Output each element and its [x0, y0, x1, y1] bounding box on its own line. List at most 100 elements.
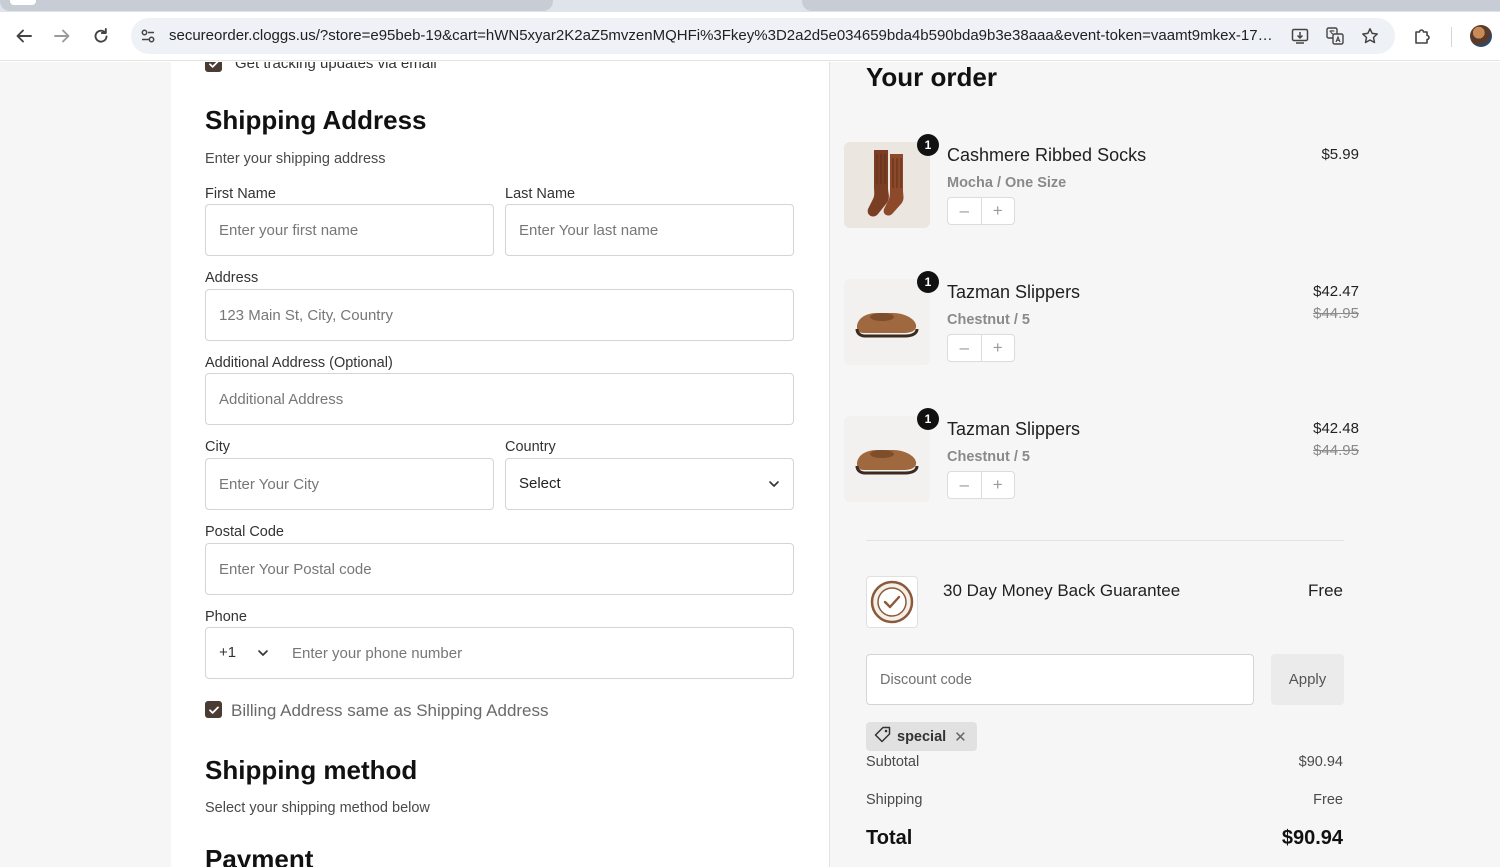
order-summary: Your order 1 Cashmere Ribbed Socks Mocha…: [829, 62, 1500, 867]
guarantee-label: 30 Day Money Back Guarantee: [943, 581, 1181, 600]
first-name-input[interactable]: [219, 205, 480, 255]
additional-address-field[interactable]: [205, 373, 794, 425]
quantity-stepper[interactable]: – +: [947, 471, 1015, 499]
phone-country-code[interactable]: +1: [219, 644, 236, 661]
postal-code-label: Postal Code: [205, 524, 284, 540]
shipping-address-subtitle: Enter your shipping address: [205, 151, 386, 167]
item-price: $5.99: [1321, 146, 1359, 163]
checkout-form: Get tracking updates via email Shipping …: [171, 62, 829, 867]
quantity-badge: 1: [917, 134, 939, 156]
country-select[interactable]: Select: [505, 458, 794, 510]
applied-discount-chip: special ✕: [866, 722, 977, 751]
total-label: Total: [866, 827, 913, 849]
shipping-method-subtitle: Select your shipping method below: [205, 800, 430, 816]
chevron-down-icon[interactable]: [256, 646, 270, 660]
quantity-stepper[interactable]: – +: [947, 197, 1015, 225]
product-image: [844, 142, 930, 228]
quantity-badge: 1: [917, 271, 939, 293]
billing-same-checkbox[interactable]: [205, 701, 222, 718]
item-compare-price: $44.95: [1313, 305, 1359, 322]
discount-code-field[interactable]: [866, 654, 1254, 705]
additional-address-input[interactable]: [219, 374, 780, 424]
plus-icon[interactable]: +: [980, 472, 1015, 498]
applied-discount-code: special: [897, 728, 947, 745]
install-app-icon[interactable]: [1288, 24, 1312, 48]
browser-tab[interactable]: [802, 0, 1500, 11]
url-text[interactable]: secureorder.cloggs.us/?store=e95beb-19&c…: [169, 27, 1277, 45]
item-name: Tazman Slippers: [947, 282, 1081, 302]
address-label: Address: [205, 270, 259, 286]
item-name: Tazman Slippers: [947, 419, 1081, 439]
first-name-field[interactable]: [205, 204, 494, 256]
city-input[interactable]: [219, 459, 480, 509]
shipping-label: Shipping: [866, 792, 923, 808]
country-label: Country: [505, 439, 556, 455]
city-field[interactable]: [205, 458, 494, 510]
reload-icon[interactable]: [87, 22, 115, 50]
item-price: $42.48: [1313, 420, 1359, 437]
postal-code-field[interactable]: [205, 543, 794, 595]
plus-icon[interactable]: +: [980, 198, 1015, 224]
shipping-address-title: Shipping Address: [205, 105, 427, 135]
postal-code-input[interactable]: [219, 544, 780, 594]
summary-divider: [866, 540, 1344, 541]
apply-discount-button[interactable]: Apply: [1271, 654, 1344, 705]
tag-icon: [874, 726, 891, 748]
product-image: [844, 416, 930, 502]
address-input[interactable]: [219, 290, 780, 340]
order-item: 1 Tazman Slippers Chestnut / 5 – + $42.4…: [844, 271, 1359, 369]
item-compare-price: $44.95: [1313, 442, 1359, 459]
shipping-method-title: Shipping method: [205, 755, 418, 785]
tracking-checkbox[interactable]: [205, 62, 222, 72]
forward-arrow-icon[interactable]: [48, 22, 76, 50]
tracking-label: Get tracking updates via email: [235, 62, 437, 72]
guarantee-price: Free: [1308, 581, 1343, 600]
subtotal-value: $90.94: [1298, 754, 1343, 770]
country-select-value: Select: [519, 475, 561, 492]
last-name-field[interactable]: [505, 204, 794, 256]
minus-icon[interactable]: –: [948, 335, 981, 361]
chevron-down-icon: [767, 477, 781, 491]
product-image: [844, 279, 930, 365]
star-icon[interactable]: [1358, 24, 1382, 48]
address-bar[interactable]: secureorder.cloggs.us/?store=e95beb-19&c…: [131, 18, 1395, 54]
first-name-label: First Name: [205, 186, 276, 202]
toolbar-divider: [1451, 27, 1452, 47]
remove-discount-icon[interactable]: ✕: [954, 728, 967, 746]
puzzle-icon[interactable]: [1410, 23, 1436, 49]
minus-icon[interactable]: –: [948, 198, 981, 224]
guarantee-badge-icon: [866, 576, 918, 628]
order-item: 1 Tazman Slippers Chestnut / 5 – + $42.4…: [844, 408, 1359, 506]
discount-code-input[interactable]: [880, 655, 1240, 704]
item-name: Cashmere Ribbed Socks: [947, 145, 1147, 165]
tab-strip: [0, 0, 1500, 12]
item-price: $42.47: [1313, 283, 1359, 300]
phone-label: Phone: [205, 609, 247, 625]
item-variant: Chestnut / 5: [947, 449, 1030, 465]
avatar[interactable]: [1470, 25, 1492, 47]
phone-field[interactable]: +1: [205, 627, 794, 679]
subtotal-label: Subtotal: [866, 754, 920, 770]
site-info-icon[interactable]: [138, 26, 158, 46]
last-name-label: Last Name: [505, 186, 576, 202]
plus-icon[interactable]: +: [980, 335, 1015, 361]
browser-tab[interactable]: [0, 0, 553, 11]
additional-address-label: Additional Address (Optional): [205, 355, 393, 371]
item-variant: Chestnut / 5: [947, 312, 1030, 328]
minus-icon[interactable]: –: [948, 472, 981, 498]
item-variant: Mocha / One Size: [947, 175, 1067, 191]
quantity-stepper[interactable]: – +: [947, 334, 1015, 362]
billing-same-label[interactable]: Billing Address same as Shipping Address: [231, 701, 549, 721]
payment-title: Payment: [205, 844, 314, 867]
phone-input[interactable]: [292, 628, 772, 678]
checkout-page: Get tracking updates via email Shipping …: [0, 62, 1500, 867]
order-item: 1 Cashmere Ribbed Socks Mocha / One Size…: [844, 134, 1359, 232]
translate-icon[interactable]: [1323, 24, 1347, 48]
address-field[interactable]: [205, 289, 794, 341]
shipping-value: Free: [1313, 792, 1343, 808]
city-label: City: [205, 439, 230, 455]
back-arrow-icon[interactable]: [10, 22, 38, 50]
last-name-input[interactable]: [519, 205, 780, 255]
order-title: Your order: [866, 62, 997, 92]
total-value: $90.94: [1281, 827, 1343, 849]
